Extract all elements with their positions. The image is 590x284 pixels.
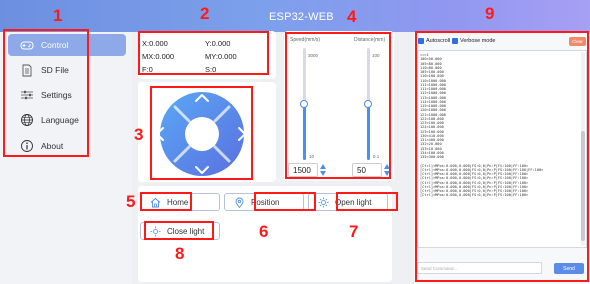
annotation-box-6 <box>254 192 316 211</box>
annotation-number-3: 3 <box>134 125 144 144</box>
annotation-number-1: 1 <box>53 6 63 25</box>
annotation-number-5: 5 <box>126 192 136 211</box>
annotation-box-2 <box>138 31 269 75</box>
annotation-number-8: 8 <box>175 244 185 263</box>
annotation-box-8 <box>144 221 214 240</box>
annotation-box-9 <box>415 31 589 282</box>
annotation-box-3 <box>150 86 253 180</box>
page: ESP32-WEB Control SD File Settings Langu… <box>0 0 590 284</box>
annotation-number-2: 2 <box>200 4 210 23</box>
location-pin-icon <box>234 197 245 208</box>
sun-icon <box>318 197 329 208</box>
annotation-number-4: 4 <box>347 7 357 26</box>
annotation-number-9: 9 <box>485 4 495 23</box>
app-header: ESP32-WEB <box>0 0 590 32</box>
annotation-box-5 <box>140 192 192 211</box>
app-title: ESP32-WEB <box>269 11 334 23</box>
annotation-box-1 <box>3 29 89 157</box>
annotation-box-4 <box>285 32 391 179</box>
annotation-box-7 <box>336 192 398 211</box>
annotation-number-6: 6 <box>259 222 269 241</box>
annotation-number-7: 7 <box>349 222 359 241</box>
